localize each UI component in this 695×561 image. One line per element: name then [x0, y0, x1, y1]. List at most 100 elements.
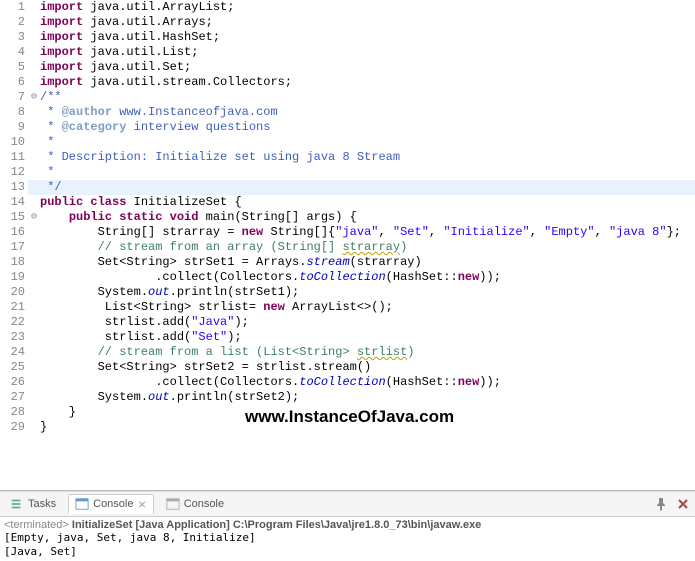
tab-tasks[interactable]: Tasks [4, 495, 62, 513]
code-line[interactable]: 13 */ [0, 180, 695, 195]
tab-tasks-label: Tasks [28, 498, 56, 510]
line-number: 2 [0, 15, 28, 30]
fold-marker [28, 165, 40, 180]
console-icon [166, 497, 180, 511]
code-line[interactable]: 8 * @author www.Instanceofjava.com [0, 105, 695, 120]
fold-marker [28, 75, 40, 90]
fold-marker [28, 405, 40, 420]
code-text[interactable]: import java.util.Arrays; [40, 15, 695, 30]
line-number: 24 [0, 345, 28, 360]
code-text[interactable]: */ [40, 180, 695, 195]
code-text[interactable]: System.out.println(strSet1); [40, 285, 695, 300]
code-line[interactable]: 3 import java.util.HashSet; [0, 30, 695, 45]
fold-marker [28, 120, 40, 135]
code-line[interactable]: 6 import java.util.stream.Collectors; [0, 75, 695, 90]
code-line[interactable]: 29} [0, 420, 695, 435]
tab-console-active[interactable]: Console ⨯ [68, 494, 154, 514]
code-text[interactable]: String[] strarray = new String[]{"java",… [40, 225, 695, 240]
code-editor[interactable]: 1 import java.util.ArrayList; 2 import java… [0, 0, 695, 490]
line-number: 8 [0, 105, 28, 120]
line-number: 6 [0, 75, 28, 90]
code-line[interactable]: 11 * Description: Initialize set using j… [0, 150, 695, 165]
code-text[interactable]: import java.util.ArrayList; [40, 0, 695, 15]
code-text[interactable]: * @category interview questions [40, 120, 695, 135]
code-text[interactable]: List<String> strlist= new ArrayList<>(); [40, 300, 695, 315]
code-line[interactable]: 4import java.util.List; [0, 45, 695, 60]
code-text[interactable]: public static void main(String[] args) { [40, 210, 695, 225]
code-text[interactable]: import java.util.stream.Collectors; [40, 75, 695, 90]
code-text[interactable]: import java.util.List; [40, 45, 695, 60]
code-line[interactable]: 19 .collect(Collectors.toCollection(Hash… [0, 270, 695, 285]
line-number: 18 [0, 255, 28, 270]
code-text[interactable]: } [40, 405, 695, 420]
fold-marker [28, 270, 40, 285]
fold-marker[interactable]: ⊖ [28, 210, 40, 225]
code-text[interactable]: // stream from a list (List<String> strl… [40, 345, 695, 360]
code-text[interactable]: * [40, 135, 695, 150]
code-text[interactable]: /** [40, 90, 695, 105]
code-line[interactable]: 2 import java.util.Arrays; [0, 15, 695, 30]
code-line[interactable]: 23 strlist.add("Set"); [0, 330, 695, 345]
fold-marker [28, 240, 40, 255]
line-number: 3 [0, 30, 28, 45]
fold-marker [28, 30, 40, 45]
code-text[interactable]: import java.util.Set; [40, 60, 695, 75]
code-line[interactable]: 21 List<String> strlist= new ArrayList<>… [0, 300, 695, 315]
fold-marker[interactable]: ⊖ [28, 90, 40, 105]
code-line[interactable]: 22 strlist.add("Java"); [0, 315, 695, 330]
tab-console-other[interactable]: Console [160, 495, 230, 513]
console-line: [Java, Set] [4, 545, 691, 559]
fold-marker [28, 300, 40, 315]
code-line[interactable]: 10 * [0, 135, 695, 150]
code-text[interactable]: .collect(Collectors.toCollection(HashSet… [40, 270, 695, 285]
code-line[interactable]: 9 * @category interview questions [0, 120, 695, 135]
code-text[interactable]: import java.util.HashSet; [40, 30, 695, 45]
line-number: 28 [0, 405, 28, 420]
code-line[interactable]: 5import java.util.Set; [0, 60, 695, 75]
fold-marker [28, 285, 40, 300]
line-number: 13 [0, 180, 28, 195]
close-icon[interactable] [675, 496, 691, 512]
code-line[interactable]: 18 Set<String> strSet1 = Arrays.stream(s… [0, 255, 695, 270]
line-number: 23 [0, 330, 28, 345]
code-line[interactable]: 12 * [0, 165, 695, 180]
fold-marker [28, 345, 40, 360]
code-text[interactable]: } [40, 420, 695, 435]
code-text[interactable]: System.out.println(strSet2); [40, 390, 695, 405]
code-line[interactable]: 25 Set<String> strSet2 = strlist.stream(… [0, 360, 695, 375]
fold-marker [28, 375, 40, 390]
code-line[interactable]: 27 System.out.println(strSet2); [0, 390, 695, 405]
code-line[interactable]: 26 .collect(Collectors.toCollection(Hash… [0, 375, 695, 390]
fold-marker [28, 360, 40, 375]
code-text[interactable]: * Description: Initialize set using java… [40, 150, 695, 165]
code-line[interactable]: 15⊖ public static void main(String[] arg… [0, 210, 695, 225]
line-number: 27 [0, 390, 28, 405]
pin-icon[interactable] [653, 496, 669, 512]
code-line[interactable]: 7⊖/** [0, 90, 695, 105]
code-line[interactable]: 28 } [0, 405, 695, 420]
code-text[interactable]: .collect(Collectors.toCollection(HashSet… [40, 375, 695, 390]
console-panel: <terminated> InitializeSet [Java Applica… [0, 517, 695, 561]
fold-marker [28, 255, 40, 270]
code-line[interactable]: 17 // stream from an array (String[] str… [0, 240, 695, 255]
code-text[interactable]: strlist.add("Set"); [40, 330, 695, 345]
line-number: 16 [0, 225, 28, 240]
fold-marker [28, 225, 40, 240]
code-text[interactable]: // stream from an array (String[] strarr… [40, 240, 695, 255]
fold-marker [28, 195, 40, 210]
code-text[interactable]: strlist.add("Java"); [40, 315, 695, 330]
code-text[interactable]: public class InitializeSet { [40, 195, 695, 210]
tab-close-icon[interactable]: ⨯ [137, 498, 146, 511]
line-number: 25 [0, 360, 28, 375]
code-text[interactable]: Set<String> strSet2 = strlist.stream() [40, 360, 695, 375]
code-line[interactable]: 20 System.out.println(strSet1); [0, 285, 695, 300]
code-text[interactable]: Set<String> strSet1 = Arrays.stream(stra… [40, 255, 695, 270]
code-text[interactable]: * [40, 165, 695, 180]
code-line[interactable]: 14public class InitializeSet { [0, 195, 695, 210]
code-text[interactable]: * @author www.Instanceofjava.com [40, 105, 695, 120]
code-line[interactable]: 1 import java.util.ArrayList; [0, 0, 695, 15]
line-number: 1 [0, 0, 28, 15]
code-line[interactable]: 16 String[] strarray = new String[]{"jav… [0, 225, 695, 240]
line-number: 12 [0, 165, 28, 180]
code-line[interactable]: 24 // stream from a list (List<String> s… [0, 345, 695, 360]
